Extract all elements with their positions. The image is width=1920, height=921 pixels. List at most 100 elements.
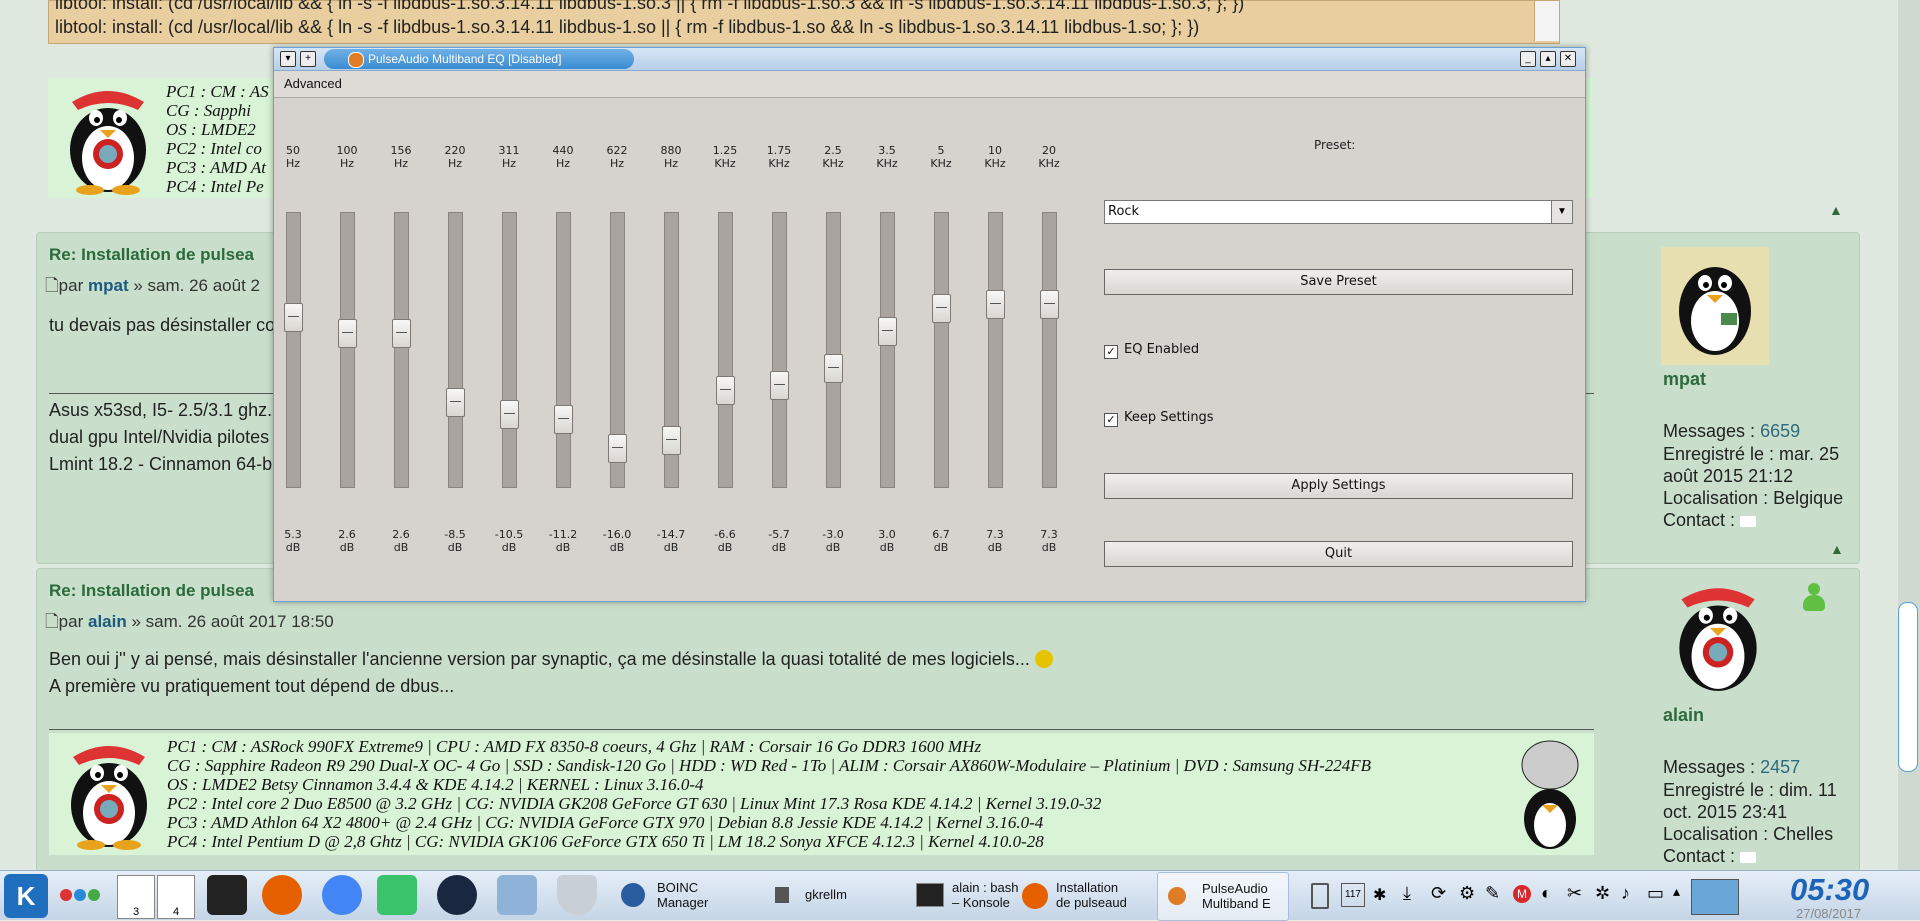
- mega-icon[interactable]: M: [1513, 885, 1531, 903]
- save-preset-button[interactable]: Save Preset: [1104, 269, 1573, 295]
- band-slider-handle[interactable]: [986, 290, 1005, 319]
- profile-username[interactable]: mpat: [1663, 369, 1706, 390]
- file-manager-launcher-icon[interactable]: [497, 875, 537, 915]
- display-icon[interactable]: ▭: [1647, 883, 1664, 904]
- band-slider-handle[interactable]: [878, 317, 897, 346]
- band-slider-handle[interactable]: [1040, 290, 1059, 319]
- post-title[interactable]: Re: Installation de pulsea: [49, 245, 254, 265]
- chevron-down-icon[interactable]: ▼: [1551, 201, 1572, 223]
- band-slider[interactable]: [880, 212, 895, 488]
- hardware-icon[interactable]: ⚙: [1459, 883, 1475, 904]
- page-scrollbar[interactable]: [1898, 0, 1920, 870]
- post-author[interactable]: alain: [88, 612, 127, 631]
- tray-expand-icon[interactable]: ▴: [1673, 883, 1680, 900]
- page-scrollbar-thumb[interactable]: [1898, 602, 1918, 772]
- task-gkrellm[interactable]: gkrellm: [765, 871, 905, 920]
- profile-location: Localisation : Chelles: [1663, 824, 1834, 844]
- band-slider-handle[interactable]: [554, 405, 573, 434]
- maximize-button[interactable]: ▴: [1540, 51, 1556, 67]
- task-firefox[interactable]: Installation de pulseaud: [1020, 871, 1150, 920]
- band-slider[interactable]: [394, 212, 409, 488]
- chrome-launcher-icon[interactable]: [322, 875, 362, 915]
- eq-enabled-checkbox[interactable]: ✓ EQ Enabled: [1104, 342, 1199, 359]
- band-slider-handle[interactable]: [392, 319, 411, 348]
- back-to-top-icon[interactable]: ▲: [1829, 202, 1843, 218]
- band-slider[interactable]: [718, 212, 733, 488]
- download-icon[interactable]: ⤓: [1403, 883, 1411, 904]
- taskbar: K 3 4 BOINC Manager gkrellm alain : bash…: [0, 870, 1920, 921]
- band-slider-handle[interactable]: [446, 388, 465, 417]
- post-author[interactable]: mpat: [88, 276, 129, 295]
- contact-icon[interactable]: [1740, 516, 1757, 527]
- band-gain-label: 7.3 dB: [986, 528, 1004, 554]
- code-scrollbar[interactable]: [1534, 1, 1559, 41]
- band-slider[interactable]: [826, 212, 841, 488]
- bug-icon[interactable]: ✱: [1373, 885, 1386, 905]
- keep-settings-checkbox[interactable]: ✓ Keep Settings: [1104, 410, 1214, 427]
- band-gain-label: -8.5 dB: [444, 528, 466, 554]
- clock[interactable]: 05:30: [1790, 872, 1869, 908]
- keep-above-button[interactable]: +: [300, 51, 316, 67]
- band-slider-handle[interactable]: [932, 294, 951, 323]
- band-slider[interactable]: [286, 212, 301, 488]
- pulseaudio-icon: [348, 52, 364, 68]
- preset-combobox[interactable]: Rock ▼: [1104, 200, 1573, 224]
- scissors-icon[interactable]: ✂: [1567, 883, 1582, 904]
- task-boinc[interactable]: BOINC Manager: [615, 871, 755, 920]
- band-slider-handle[interactable]: [284, 303, 303, 332]
- post-icon: 🗋: [45, 276, 59, 295]
- pager-desktop-1[interactable]: 3: [117, 875, 155, 919]
- updates-icon[interactable]: ⟳: [1431, 883, 1446, 904]
- terminal-launcher-icon[interactable]: [207, 875, 247, 915]
- band-slider[interactable]: [934, 212, 949, 488]
- band-slider[interactable]: [502, 212, 517, 488]
- quit-button[interactable]: Quit: [1104, 541, 1573, 567]
- signature-line: CG : Sapphi: [166, 101, 251, 120]
- band-frequency-label: 1.25 KHz: [712, 144, 738, 170]
- profile-username[interactable]: alain: [1663, 705, 1704, 726]
- back-to-top-icon[interactable]: ▲: [1830, 541, 1844, 557]
- band-slider[interactable]: [340, 212, 355, 488]
- shield-launcher-icon[interactable]: [557, 875, 597, 915]
- band-slider-handle[interactable]: [500, 400, 519, 429]
- tux-launcher-icon[interactable]: [437, 875, 477, 915]
- band-slider[interactable]: [988, 212, 1003, 488]
- online-status-icon: [1801, 583, 1827, 613]
- network-icon[interactable]: ✎: [1485, 883, 1500, 904]
- contact-icon[interactable]: [1740, 852, 1757, 863]
- firefox-launcher-icon[interactable]: [262, 875, 302, 915]
- speaker-icon[interactable]: ♪: [1621, 883, 1630, 904]
- activity-dots-icon[interactable]: [60, 889, 110, 903]
- clipboard-icon[interactable]: [1311, 883, 1329, 909]
- signature-line: CG : Sapphire Radeon R9 290 Dual-X OC- 4…: [167, 756, 1372, 775]
- kde-menu-icon[interactable]: K: [4, 874, 48, 918]
- vivaldi-launcher-icon[interactable]: [377, 875, 417, 915]
- close-button[interactable]: ✕: [1560, 51, 1576, 67]
- post-title[interactable]: Re: Installation de pulsea: [49, 581, 254, 601]
- band-slider-handle[interactable]: [338, 319, 357, 348]
- apply-settings-button[interactable]: Apply Settings: [1104, 473, 1573, 499]
- band-slider[interactable]: [448, 212, 463, 488]
- window-title-tab[interactable]: PulseAudio Multiband EQ [Disabled]: [324, 49, 634, 69]
- band-slider[interactable]: [1042, 212, 1057, 488]
- menu-advanced[interactable]: Advanced: [284, 76, 342, 91]
- band-slider[interactable]: [556, 212, 571, 488]
- band-slider-handle[interactable]: [608, 434, 627, 463]
- task-konsole[interactable]: alain : bash – Konsole: [908, 871, 1020, 920]
- band-gain-label: 5.3 dB: [284, 528, 302, 554]
- window-menu-button[interactable]: ▾: [280, 51, 296, 67]
- band-slider[interactable]: [772, 212, 787, 488]
- volume-icon[interactable]: ◐: [1541, 883, 1552, 904]
- band-slider-handle[interactable]: [662, 426, 681, 455]
- minimize-button[interactable]: _: [1520, 51, 1536, 67]
- band-slider-handle[interactable]: [824, 354, 843, 383]
- pager-desktop-2[interactable]: 4: [157, 875, 195, 919]
- calendar-badge-icon[interactable]: 117: [1341, 883, 1365, 907]
- window-titlebar[interactable]: ▾ + PulseAudio Multiband EQ [Disabled] _…: [274, 48, 1585, 71]
- band-slider-handle[interactable]: [716, 376, 735, 405]
- desktop-preview-icon[interactable]: [1691, 879, 1739, 915]
- band-gain-label: -3.0 dB: [822, 528, 844, 554]
- band-slider-handle[interactable]: [770, 371, 789, 400]
- tray-misc-icon[interactable]: ✲: [1595, 883, 1610, 904]
- task-pulseaudio-eq[interactable]: PulseAudio Multiband E: [1157, 872, 1289, 921]
